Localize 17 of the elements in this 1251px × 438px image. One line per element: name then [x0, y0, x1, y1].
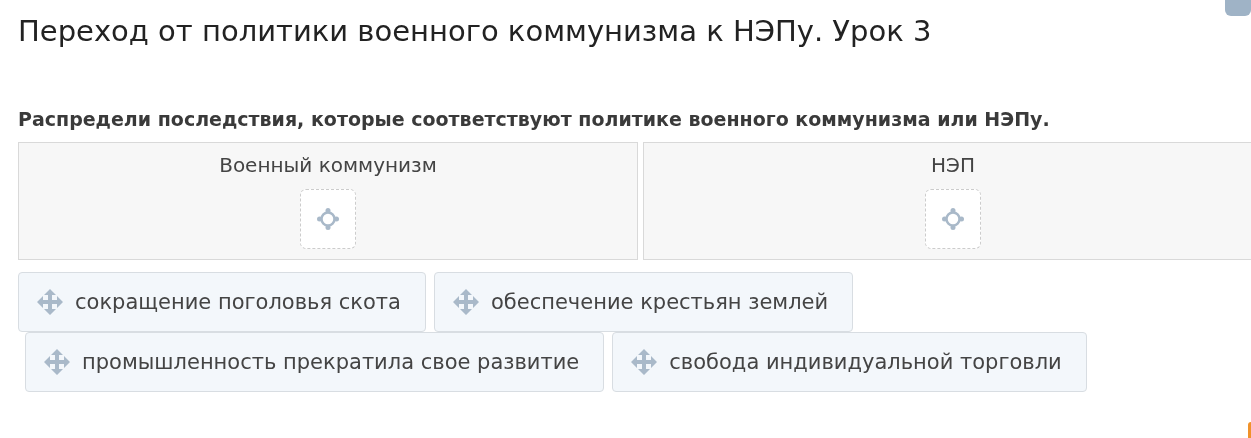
answer-chip[interactable]: промышленность прекратила свое развитие — [25, 332, 605, 392]
answer-chip[interactable]: сокращение поголовья скота — [18, 272, 426, 332]
move-icon — [631, 349, 658, 375]
target-icon — [317, 208, 339, 230]
drop-slot[interactable] — [925, 189, 981, 249]
drop-slot[interactable] — [300, 189, 356, 249]
move-icon — [452, 289, 479, 315]
answer-chip[interactable]: свобода индивидуальной торговли — [612, 332, 1087, 392]
task-instruction: Распредели последствия, которые соответствуют политике военного коммунизма или НЭПу. — [18, 108, 1050, 130]
answer-chip[interactable]: обеспечение крестьян землей — [433, 272, 854, 332]
move-icon — [37, 289, 63, 315]
badge-edge — [1248, 422, 1251, 438]
target-icon — [942, 208, 964, 230]
column-heading: Военный коммунизм — [219, 153, 437, 177]
column-heading: НЭП — [930, 153, 975, 177]
move-icon — [44, 349, 70, 375]
lesson-title: Переход от политики военного коммунизма к НЭПу. Урок 3 — [18, 14, 932, 48]
